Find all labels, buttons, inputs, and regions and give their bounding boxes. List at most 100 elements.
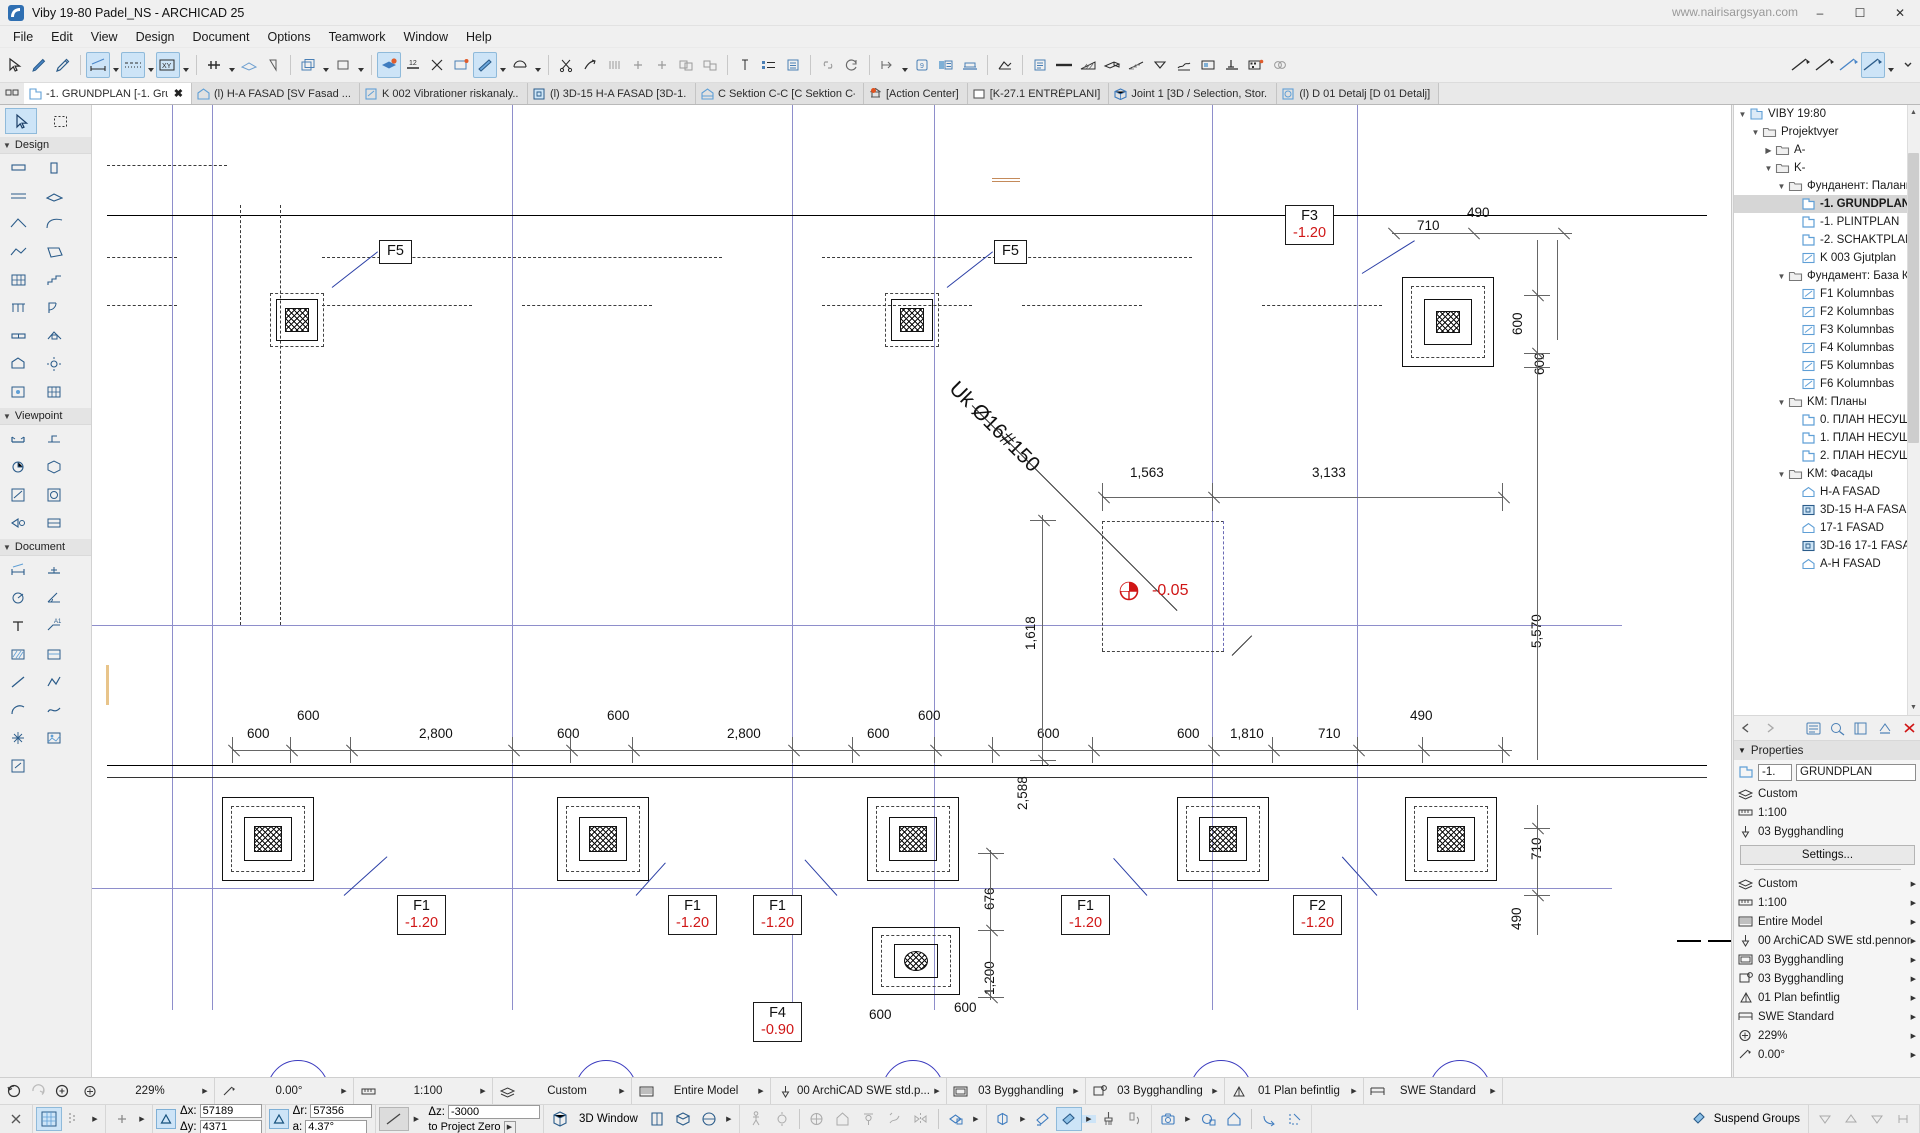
chevron-down-icon[interactable]: ▼ — [1736, 110, 1749, 119]
elevation-tool[interactable] — [38, 426, 70, 452]
rectangle-icon[interactable] — [331, 52, 355, 78]
tree-item[interactable]: 3D-16 17-1 FASAD — [1734, 537, 1920, 555]
polyline-tool[interactable] — [38, 669, 70, 695]
elevation-line-icon[interactable] — [379, 1107, 410, 1131]
grid-bubble-14[interactable]: 14 — [575, 1060, 637, 1077]
statusbar-caret[interactable]: ▶ — [1347, 1087, 1361, 1095]
figure-tool[interactable] — [38, 725, 70, 751]
element-visibility-icon[interactable] — [856, 1107, 882, 1131]
mirror-icon[interactable] — [908, 1107, 934, 1131]
roof-tool[interactable] — [2, 211, 34, 237]
select-arrow-icon[interactable] — [3, 52, 27, 78]
coordinate-dropdown[interactable] — [180, 52, 191, 78]
list-icon[interactable] — [757, 52, 781, 78]
menu-window[interactable]: Window — [395, 28, 457, 46]
dimension-tool-icon[interactable] — [86, 52, 110, 78]
line-tool[interactable] — [2, 669, 34, 695]
cabinet-icon[interactable] — [958, 52, 982, 78]
eyedropper-icon[interactable] — [51, 52, 75, 78]
floor-plan-canvas[interactable]: Uk Ø16#150 -0.05 F5 — [92, 105, 1732, 1077]
statusbar-caret[interactable]: ▶ — [1069, 1087, 1083, 1095]
document-palette-header[interactable]: ▼ Document — [0, 539, 91, 556]
grid-snap-icon[interactable] — [449, 52, 473, 78]
dimension-tool[interactable] — [2, 557, 34, 583]
property-row[interactable]: 03 Bygghandling ▶ — [1734, 950, 1920, 969]
fill-orientation-icon[interactable] — [1148, 52, 1172, 78]
callout-f5-left[interactable]: F5 — [379, 240, 412, 264]
menu-file[interactable]: File — [4, 28, 42, 46]
add-plus-icon[interactable] — [650, 52, 674, 78]
mesh-icon[interactable] — [993, 52, 1017, 78]
statusbar-caret[interactable]: ▶ — [754, 1087, 768, 1095]
property-dropdown-caret[interactable]: ▶ — [1911, 880, 1916, 888]
nav-forward-icon[interactable] — [1758, 717, 1782, 739]
pen-color2-icon[interactable] — [1813, 52, 1837, 78]
zone-stamp-icon[interactable] — [934, 52, 958, 78]
ungroup-icon[interactable] — [698, 52, 722, 78]
beam-tool[interactable] — [2, 183, 34, 209]
texture-icon[interactable] — [1172, 52, 1196, 78]
dim-horizontal-dropdown[interactable] — [899, 52, 910, 78]
tree-item[interactable]: ▼ K- — [1734, 159, 1920, 177]
design-palette-header[interactable]: ▼ Design — [0, 137, 91, 154]
snap-settings-icon[interactable] — [62, 1107, 88, 1131]
tree-item[interactable]: 1. ПЛАН НЕСУЩИ — [1734, 429, 1920, 447]
suspend-groups-button[interactable]: Suspend Groups — [1683, 1104, 1809, 1133]
axonometric-view-icon[interactable] — [670, 1107, 696, 1131]
link-icon[interactable] — [816, 52, 840, 78]
solid-line-icon[interactable] — [1052, 52, 1076, 78]
3d-cutaway-icon[interactable] — [990, 1107, 1016, 1131]
statusbar-segment-0[interactable]: 229% ▶ — [76, 1077, 215, 1105]
tree-scroll-thumb[interactable] — [1908, 153, 1919, 443]
tab-2[interactable]: K 002 Vibrationer riskanaly... — [359, 83, 528, 104]
magic-wand-icon[interactable] — [473, 52, 497, 78]
callout-f1-a[interactable]: F1 -1.20 — [397, 895, 447, 936]
arrow-select-tool[interactable] — [5, 108, 37, 134]
menu-view[interactable]: View — [82, 28, 127, 46]
align-center-icon[interactable] — [1838, 1107, 1864, 1131]
group-icon[interactable] — [674, 52, 698, 78]
settings-button[interactable]: Settings... — [1740, 845, 1915, 865]
morph-tool[interactable] — [38, 239, 70, 265]
cut-icon[interactable] — [554, 52, 578, 78]
pen-weight-icon[interactable]: 12 — [401, 52, 425, 78]
tree-item[interactable]: A-H FASAD — [1734, 555, 1920, 573]
property-row[interactable]: Entire Model ▶ — [1734, 912, 1920, 931]
tree-item[interactable]: 2. ПЛАН НЕСУЩИ — [1734, 447, 1920, 465]
wall-tool[interactable] — [2, 155, 34, 181]
callout-f5-mid[interactable]: F5 — [994, 240, 1027, 264]
linetype-dropdown[interactable] — [145, 52, 156, 78]
statusbar-segment-8[interactable]: 01 Plan befintlig ▶ — [1225, 1077, 1364, 1105]
dimension-dropdown[interactable] — [110, 52, 121, 78]
camera-tool[interactable] — [2, 510, 34, 536]
project-map-icon[interactable] — [1801, 717, 1825, 739]
statusbar-segment-2[interactable]: 1:100 ▶ — [354, 1077, 493, 1105]
dr-input[interactable]: 57356 — [310, 1104, 373, 1118]
structure-filter-icon[interactable] — [804, 1107, 830, 1131]
dx-input[interactable]: 57189 — [199, 1104, 262, 1118]
property-dropdown-caret[interactable]: ▶ — [1911, 899, 1916, 907]
fill-tool[interactable] — [2, 641, 34, 667]
tree-item[interactable]: ▼ KM: Планы — [1734, 393, 1920, 411]
hotspot-tool[interactable] — [2, 725, 34, 751]
pen-color-icon[interactable] — [1789, 52, 1813, 78]
distribute-icon[interactable] — [1890, 1107, 1916, 1131]
story-name-field[interactable]: GRUNDPLAN — [1796, 763, 1916, 781]
tree-item-selected[interactable]: -1. GRUNDPLAN — [1734, 195, 1920, 213]
railing-tool[interactable] — [2, 295, 34, 321]
tab-3[interactable]: (l) 3D-15 H-A FASAD [3D-1... — [527, 83, 696, 104]
tree-item[interactable]: 0. ПЛАН НЕСУЩИ — [1734, 411, 1920, 429]
reload-icon[interactable] — [840, 52, 864, 78]
tab-6[interactable]: [K-27.1 ENTRÉPLANI] — [967, 83, 1110, 104]
close-icon[interactable] — [3, 1107, 29, 1131]
spline-tool[interactable] — [38, 697, 70, 723]
worksheet-tool[interactable] — [2, 482, 34, 508]
door-tool[interactable] — [38, 295, 70, 321]
chevron-down-icon[interactable]: ▼ — [1749, 128, 1762, 137]
tree-item[interactable]: F2 Kolumnbas — [1734, 303, 1920, 321]
property-dropdown-caret[interactable]: ▶ — [1911, 1013, 1916, 1021]
statusbar-caret[interactable]: ▶ — [930, 1087, 944, 1095]
3d-document-tool[interactable] — [38, 454, 70, 480]
property-dropdown-caret[interactable]: ▶ — [1911, 956, 1916, 964]
snap-dropdown-caret[interactable]: ▶ — [88, 1115, 102, 1123]
